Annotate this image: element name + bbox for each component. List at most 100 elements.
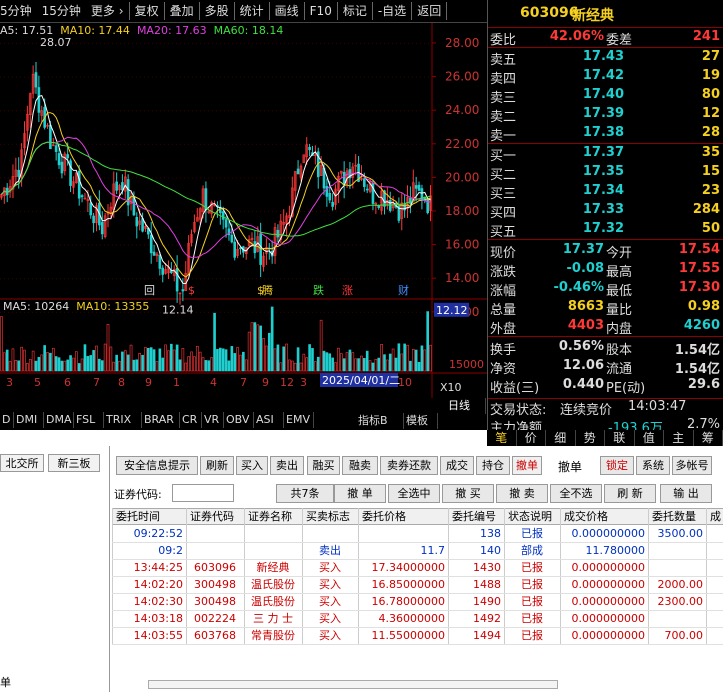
quote-value: -0.46% — [553, 280, 605, 295]
stat-row: 总量 8663 量比 0.98 — [488, 299, 723, 318]
order-row[interactable]: 14:03:18 002224 三 力 士 买入 4.36000000 1492 已报 0.0… — [112, 611, 723, 628]
trade-top-button-7[interactable]: 成交 — [440, 456, 474, 475]
order-cell-name: 新经典 — [256, 561, 290, 574]
quote-tab-4[interactable]: 联 — [605, 430, 635, 446]
daily-tab[interactable]: 日线 — [446, 398, 486, 414]
low-price-mark: 12.14 — [162, 303, 194, 316]
toolbar-button-3[interactable]: 统计 — [235, 0, 269, 22]
quote-tab-0[interactable]: 笔 — [487, 430, 517, 446]
indicator-tab-2[interactable]: DMA — [44, 412, 74, 428]
indicator-tab-4[interactable]: TRIX — [104, 412, 142, 428]
trade-right-button-1[interactable]: 系统 — [636, 456, 670, 475]
trade-action-button-5[interactable]: 刷 新 — [604, 484, 656, 503]
trade-right-button-0[interactable]: 锁定 — [600, 456, 634, 475]
period-5min[interactable]: 5分钟 — [0, 0, 37, 22]
trade-action-button-4[interactable]: 全不选 — [550, 484, 602, 503]
order-row[interactable]: 14:02:20 300498 温氏股份 买入 16.85000000 1488 已报 0.0… — [112, 577, 723, 594]
quote-tab-5[interactable]: 值 — [635, 430, 664, 446]
order-cell-side: 买入 — [319, 578, 341, 591]
column-header[interactable]: 成 — [710, 509, 721, 525]
order-row[interactable]: 13:44:25 603096 新经典 买入 17.34000000 1430 已报 0.00… — [112, 560, 723, 577]
quote-tab-6[interactable]: 主 — [664, 430, 694, 446]
code-label: 证券代码: — [114, 488, 162, 501]
quote-label: 卖一 — [490, 129, 517, 144]
trade-top-button-8[interactable]: 持仓 — [476, 456, 510, 475]
trade-top-button-1[interactable]: 刷新 — [200, 456, 234, 475]
trade-right-button-2[interactable]: 多帐号 — [672, 456, 712, 475]
trade-top-button-2[interactable]: 买入 — [236, 456, 268, 475]
volume-bar — [331, 357, 334, 372]
quote-tab-1[interactable]: 价 — [517, 430, 546, 446]
quote-value2: 23 — [701, 183, 720, 198]
trade-top-button-6[interactable]: 卖券还款 — [380, 456, 438, 475]
tab-neeq[interactable]: 新三板 — [48, 454, 100, 472]
trade-top-button-3[interactable]: 卖出 — [270, 456, 304, 475]
indicator-tab-0[interactable]: D — [0, 412, 14, 428]
indicator-tab-8[interactable]: OBV — [224, 412, 254, 428]
toolbar-button-4[interactable]: 画线 — [270, 0, 304, 22]
quote-label2: 最高 — [606, 265, 633, 280]
column-header[interactable]: 证券代码 — [190, 509, 234, 525]
column-header[interactable]: 买卖标志 — [306, 509, 350, 525]
toolbar-button-2[interactable]: 多股 — [200, 0, 234, 22]
date-tick: 12 — [280, 376, 294, 389]
indicator-tab-6[interactable]: CR — [180, 412, 202, 428]
order-cell-no: 1488 — [473, 578, 501, 591]
column-header[interactable]: 状态说明 — [508, 509, 552, 525]
trade-top-button-9[interactable]: 撤单 — [512, 456, 542, 475]
order-row[interactable]: 09:22:52 138 已报 0.000000000 3500.00 — [112, 526, 723, 543]
quote-label: 收益(三) — [490, 381, 540, 396]
trade-action-button-0[interactable]: 撤 单 — [334, 484, 386, 503]
volume-bar — [227, 360, 231, 372]
trade-action-button-6[interactable]: 输 出 — [660, 484, 712, 503]
toolbar-button-5[interactable]: F10 — [305, 0, 337, 22]
kline-chart[interactable]: 28.00 26.00 24.00 22.00 20.00 18.00 16.00 14.00… — [0, 23, 487, 398]
trade-action-button-2[interactable]: 撤 买 — [442, 484, 494, 503]
order-row[interactable]: 14:02:30 300498 温氏股份 买入 16.78000000 1490 已报 0.0… — [112, 594, 723, 611]
indicator-tab-7[interactable]: VR — [202, 412, 224, 428]
tab-bse[interactable]: 北交所 — [0, 454, 44, 472]
more-menu[interactable]: 更多 › — [86, 0, 129, 22]
trade-top-button-4[interactable]: 融买 — [307, 456, 340, 475]
toolbar-button-6[interactable]: 标记 — [338, 0, 372, 22]
quote-tab-7[interactable]: 筹 — [694, 430, 723, 446]
quote-tab-3[interactable]: 势 — [576, 430, 605, 446]
orders-table-header: 委托时间 证券代码 证券名称 买卖标志 委托价格 委托编号 状态说明 成交价格 委托数量成 — [112, 508, 723, 525]
order-row[interactable]: 14:03:55 603768 常青股份 买入 11.55000000 1494 已报 0.0… — [112, 628, 723, 645]
stat2-row: 换手 0.56% 股本 1.54亿 — [488, 339, 723, 358]
order-row[interactable]: 09:2 卖出 11.7 140 部成 11.780000 — [112, 543, 723, 560]
order-cell-code: 603096 — [194, 561, 236, 574]
vol-ma10: MA10: 13355 — [76, 300, 150, 313]
column-header[interactable]: 委托编号 — [452, 509, 496, 525]
template-tab[interactable]: 模板 — [404, 413, 438, 429]
indicator-b-tab[interactable]: 指标B — [356, 413, 404, 429]
trade-action-button-3[interactable]: 撤 卖 — [496, 484, 548, 503]
indicator-tab-10[interactable]: EMV — [284, 412, 314, 428]
indicator-tab-9[interactable]: ASI — [254, 412, 284, 428]
trade-top-button-5[interactable]: 融卖 — [342, 456, 378, 475]
toolbar-button-0[interactable]: 复权 — [130, 0, 164, 22]
order-cell-time: 14:02:20 — [133, 578, 183, 591]
price-tick: 28.00 — [445, 36, 479, 50]
code-input[interactable] — [172, 484, 234, 502]
quote-label: 买三 — [490, 187, 517, 202]
indicator-tab-1[interactable]: DMI — [14, 412, 44, 428]
column-header[interactable]: 委托价格 — [362, 509, 406, 525]
quote-tab-2[interactable]: 细 — [546, 430, 576, 446]
trade-top-button-0[interactable]: 安全信息提示 — [116, 456, 198, 475]
indicator-tab-3[interactable]: FSL — [74, 412, 104, 428]
quote-value: 17.32 — [582, 221, 624, 236]
column-header[interactable]: 成交价格 — [564, 509, 608, 525]
indicator-tab-5[interactable]: BRAR — [142, 412, 180, 428]
column-header[interactable]: 委托数量 — [652, 509, 696, 525]
quote-value: 17.38 — [582, 125, 624, 140]
horizontal-scrollbar[interactable] — [148, 680, 558, 689]
toolbar-button-1[interactable]: 叠加 — [165, 0, 199, 22]
trade-action-button-1[interactable]: 全选中 — [388, 484, 440, 503]
toolbar-button-7[interactable]: -自选 — [373, 0, 411, 22]
column-header[interactable]: 委托时间 — [116, 509, 160, 525]
column-header[interactable]: 证券名称 — [248, 509, 292, 525]
period-15min[interactable]: 15分钟 — [37, 0, 86, 22]
quote-value: -0.08 — [566, 261, 604, 276]
toolbar-button-8[interactable]: 返回 — [412, 0, 446, 22]
